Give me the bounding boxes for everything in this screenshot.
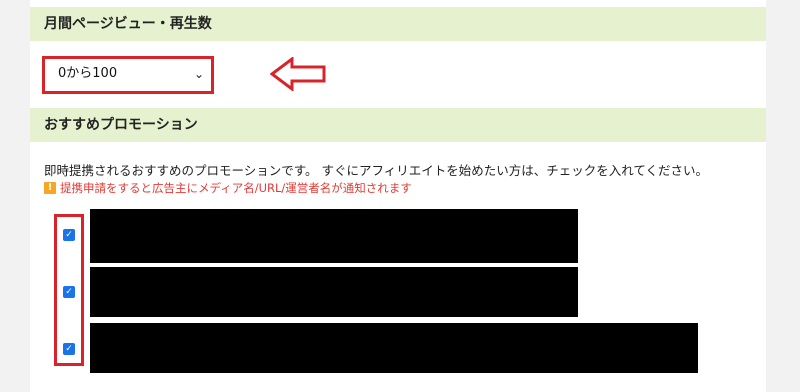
monthly-views-title: 月間ページビュー・再生数 <box>44 16 212 32</box>
notification-warning: ! 提携申請をすると広告主にメディア名/URL/運営者名が通知されます <box>44 180 412 196</box>
left-arrow-outline-icon <box>270 57 326 91</box>
redacted-promotion-1 <box>90 209 578 263</box>
promotions-description: 即時提携されるおすすめのプロモーションです。 すぐにアフィリエイトを始めたい方は… <box>44 163 708 178</box>
warning-icon: ! <box>44 182 56 194</box>
settings-panel: 月間ページビュー・再生数 0から100 ⌄ おすすめプロモーション 即時提携され… <box>30 0 766 392</box>
chevron-down-icon: ⌄ <box>193 67 204 81</box>
warning-text: 提携申請をすると広告主にメディア名/URL/運営者名が通知されます <box>60 181 412 195</box>
promotions-title: おすすめプロモーション <box>44 117 198 133</box>
promotion-checkbox-3[interactable]: ✓ <box>63 343 75 355</box>
promotion-checkbox-1[interactable]: ✓ <box>63 229 75 241</box>
monthly-views-header: 月間ページビュー・再生数 <box>30 7 766 41</box>
promotion-checkbox-2[interactable]: ✓ <box>63 286 75 298</box>
redacted-promotion-3 <box>90 323 698 373</box>
monthly-views-select[interactable]: 0から100 ⌄ <box>48 63 210 87</box>
promotions-header: おすすめプロモーション <box>30 108 766 142</box>
select-value: 0から100 <box>58 66 118 81</box>
redacted-promotion-2 <box>90 267 578 317</box>
